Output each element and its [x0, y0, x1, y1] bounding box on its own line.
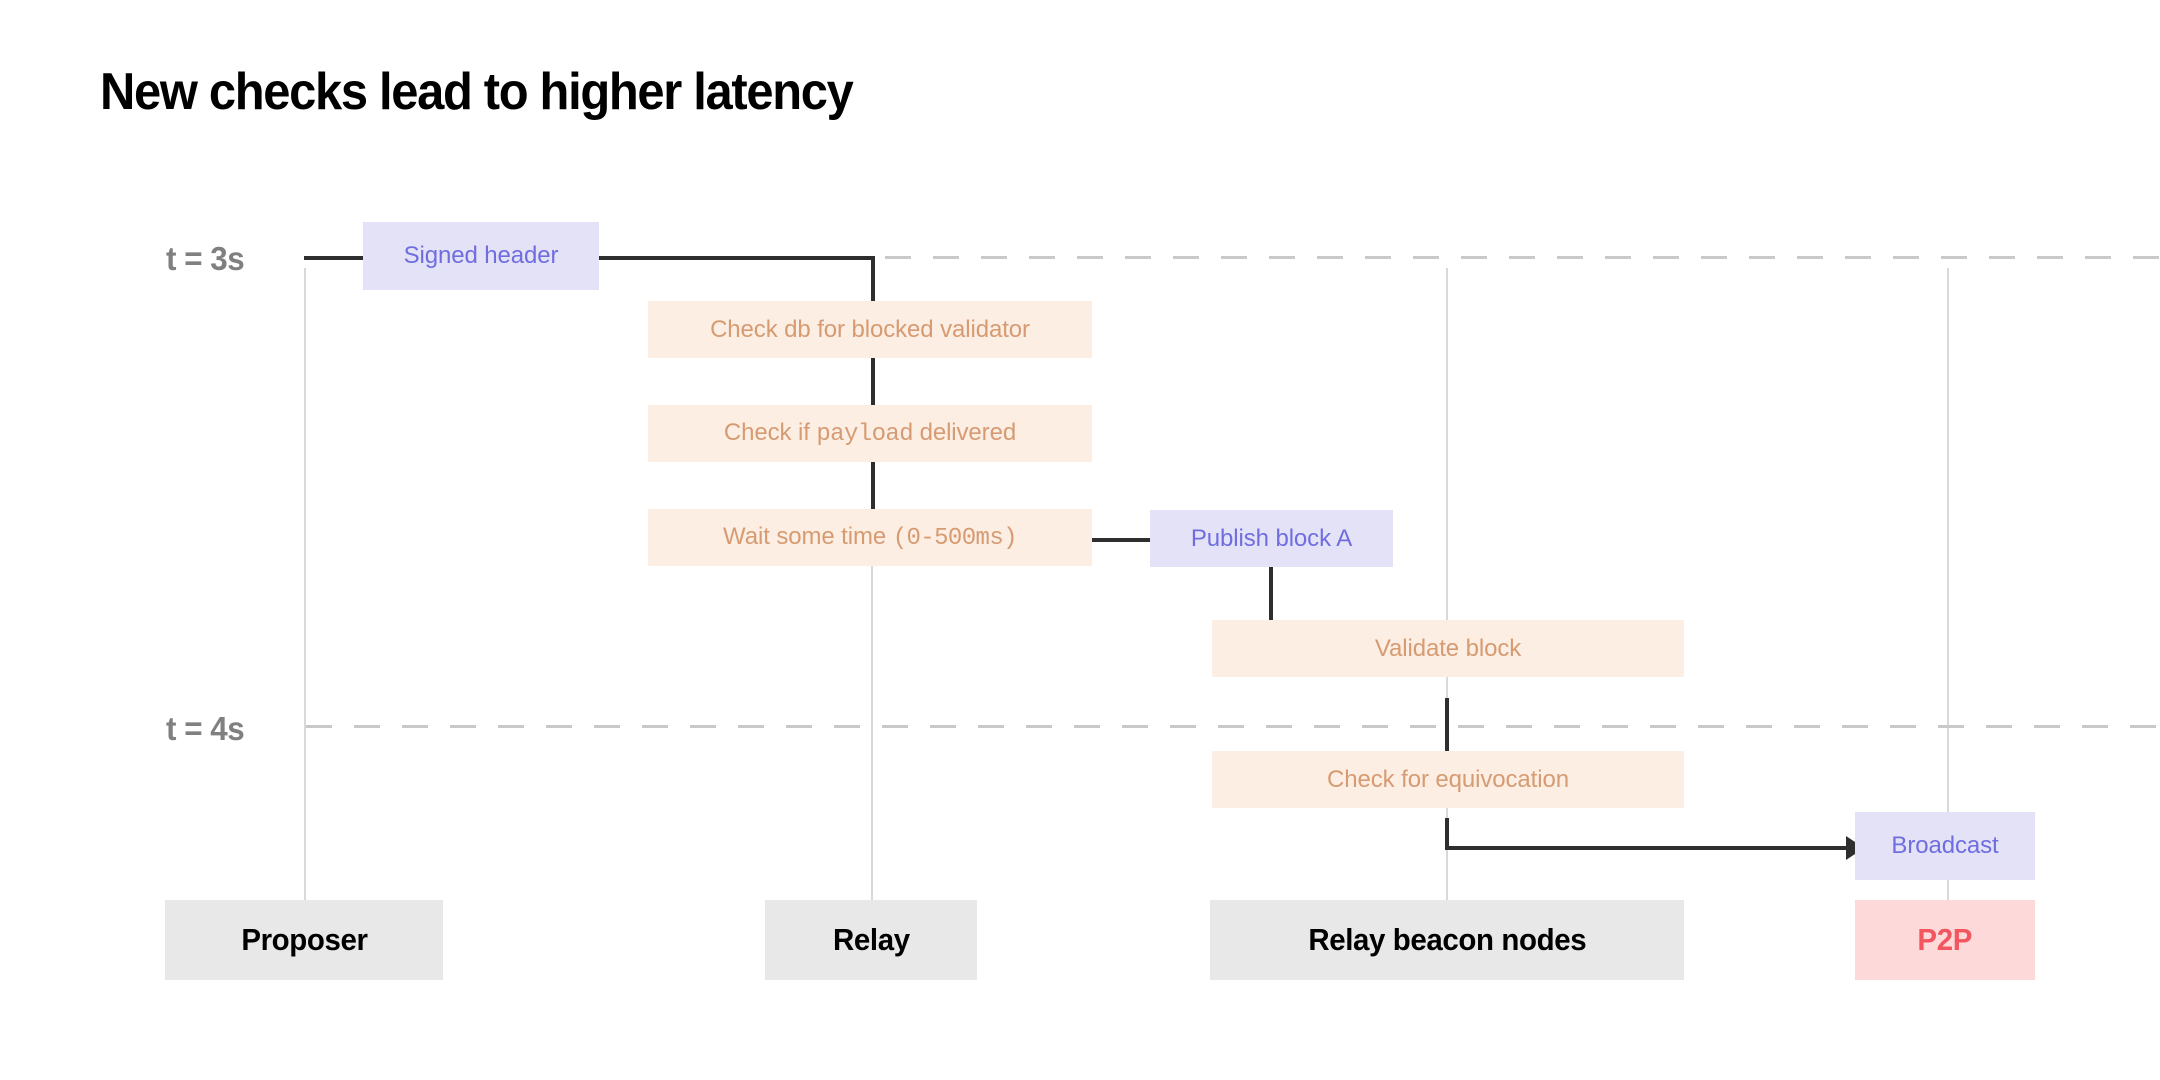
event-box-check-db[interactable]: Check db for blocked validator	[648, 301, 1092, 358]
lane-box-relay[interactable]: Relay	[765, 900, 977, 980]
event-box-validate-block[interactable]: Validate block	[1212, 620, 1684, 677]
text-part: delivered	[913, 418, 1017, 446]
connector-relay-spine-1	[871, 256, 875, 302]
event-box-signed-header[interactable]: Signed header	[363, 222, 599, 290]
connector-relay-spine-2	[871, 357, 875, 405]
lane-label-p2p: P2P	[1917, 922, 1973, 957]
lane-label-proposer: Proposer	[240, 922, 368, 957]
text-part-mono: (0-500ms)	[892, 524, 1018, 552]
lane-label-relay: Relay	[832, 922, 910, 957]
diagram-canvas: New checks lead to higher latency t = 3s…	[0, 0, 2160, 1080]
connector-equivocation-to-broadcast	[1445, 846, 1850, 850]
connector-validate-to-equivocation	[1445, 698, 1449, 752]
event-box-check-for-equivocation[interactable]: Check for equivocation	[1212, 751, 1684, 808]
event-label-check-for-equivocation: Check for equivocation	[1327, 765, 1569, 793]
event-label-publish-block-a: Publish block A	[1190, 524, 1353, 552]
event-label-check-db: Check db for blocked validator	[710, 315, 1030, 343]
page-title: New checks lead to higher latency	[100, 63, 854, 121]
lane-box-proposer[interactable]: Proposer	[165, 900, 443, 980]
connector-relay-spine-3	[871, 461, 875, 509]
event-label-wait-some-time: Wait some time (0-500ms)	[723, 522, 1018, 552]
time-label-t3s: t = 3s	[166, 240, 245, 277]
event-box-broadcast[interactable]: Broadcast	[1855, 812, 2035, 880]
lane-label-relay-beacon-nodes: Relay beacon nodes	[1308, 922, 1586, 957]
connector-t3s-to-signed-header	[304, 256, 364, 260]
event-label-check-payload-delivered: Check if payload delivered	[723, 418, 1017, 448]
connector-broadcast-to-p2p	[1947, 880, 1949, 902]
text-part-mono: payload	[816, 420, 913, 448]
lane-line-p2p	[1947, 268, 1949, 900]
time-label-t4s: t = 4s	[166, 710, 245, 747]
time-rule-t4s-dashed	[306, 725, 2160, 728]
event-label-validate-block: Validate block	[1374, 634, 1522, 662]
lane-line-proposer	[304, 268, 306, 900]
text-part: Check if	[723, 418, 817, 446]
event-box-check-payload-delivered[interactable]: Check if payload delivered	[648, 405, 1092, 462]
lane-box-p2p[interactable]: P2P	[1855, 900, 2035, 980]
connector-publish-to-validate	[1269, 566, 1273, 620]
connector-wait-to-publish	[1092, 538, 1150, 542]
connector-signed-header-to-relay	[599, 256, 873, 260]
event-box-wait-some-time[interactable]: Wait some time (0-500ms)	[648, 509, 1092, 566]
event-label-broadcast: Broadcast	[1891, 832, 1999, 859]
time-rule-t3s-dashed	[885, 256, 2160, 259]
event-label-signed-header: Signed header	[403, 242, 559, 269]
text-part: Wait some time	[723, 522, 893, 550]
lane-box-relay-beacon-nodes[interactable]: Relay beacon nodes	[1210, 900, 1684, 980]
event-box-publish-block-a[interactable]: Publish block A	[1150, 510, 1393, 567]
